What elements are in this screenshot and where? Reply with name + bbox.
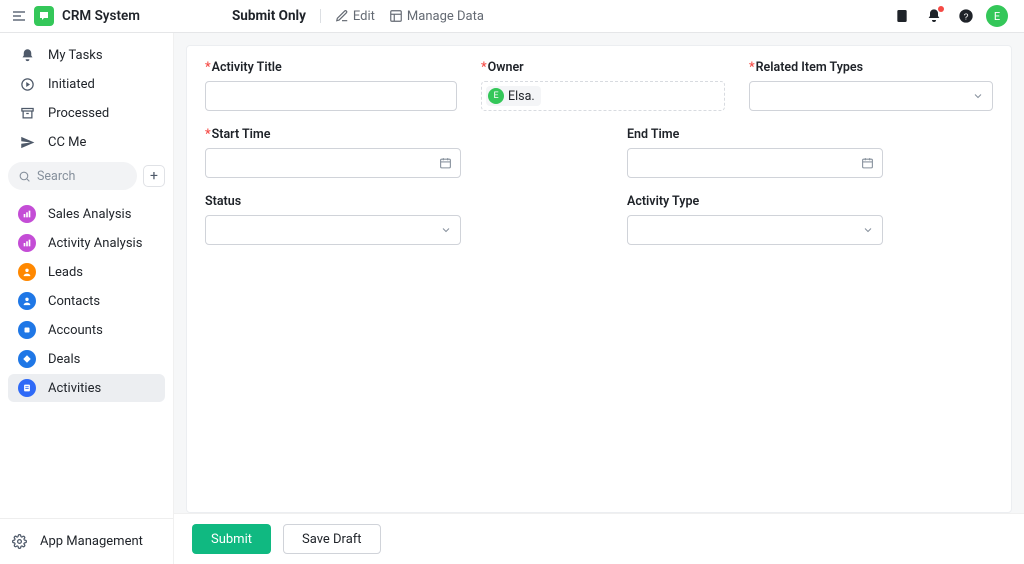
- help-icon[interactable]: ?: [952, 2, 980, 30]
- search-input[interactable]: Search: [8, 162, 137, 190]
- chevron-down-icon: [440, 224, 452, 236]
- app-logo: [34, 6, 54, 26]
- owner-input[interactable]: E Elsa.: [481, 81, 725, 111]
- sidebar-item-label: Initiated: [48, 77, 95, 92]
- sidebar-item-contacts[interactable]: Contacts: [8, 287, 165, 315]
- save-draft-button[interactable]: Save Draft: [283, 524, 381, 554]
- play-circle-icon: [18, 75, 36, 93]
- sidebar-item-label: Sales Analysis: [48, 207, 131, 222]
- sidebar-item-label: Activity Analysis: [48, 236, 142, 251]
- form-footer: Submit Save Draft: [174, 513, 1024, 564]
- svg-text:?: ?: [964, 11, 969, 21]
- manage-data-button[interactable]: Manage Data: [389, 9, 484, 24]
- sidebar-item-leads[interactable]: Leads: [8, 258, 165, 286]
- topbar: CRM System Submit Only Edit Manage Data …: [0, 0, 1024, 33]
- related-item-types-select[interactable]: [749, 81, 993, 111]
- start-time-input[interactable]: [205, 148, 461, 178]
- submit-label: Submit: [211, 532, 252, 547]
- app-title: CRM System: [62, 8, 140, 24]
- notification-badge: [938, 6, 944, 12]
- chart-icon: [18, 205, 36, 223]
- sidebar-item-activity-analysis[interactable]: Activity Analysis: [8, 229, 165, 257]
- chart-icon: [18, 234, 36, 252]
- bell-icon: [18, 46, 36, 64]
- submit-button[interactable]: Submit: [192, 524, 271, 554]
- owner-name: Elsa.: [508, 89, 535, 104]
- label-text: Activity Title: [212, 60, 282, 75]
- field-activity-title: *Activity Title: [205, 60, 457, 111]
- form-panel: *Activity Title *Owner E Elsa. *Related …: [186, 45, 1012, 513]
- contacts-icon: [18, 292, 36, 310]
- sidebar-item-activities[interactable]: Activities: [8, 374, 165, 402]
- activity-type-select[interactable]: [627, 215, 883, 245]
- chevron-down-icon: [862, 224, 874, 236]
- separator: [320, 9, 321, 23]
- sidebar-item-label: Accounts: [48, 323, 103, 338]
- deals-icon: [18, 350, 36, 368]
- accounts-icon: [18, 321, 36, 339]
- calendar-icon: [439, 157, 452, 170]
- sidebar-item-label: Activities: [48, 381, 101, 396]
- activity-title-input[interactable]: [205, 81, 457, 111]
- sidebar-item-my-tasks[interactable]: My Tasks: [8, 41, 165, 69]
- field-owner: *Owner E Elsa.: [481, 60, 725, 111]
- page-title: Submit Only: [232, 8, 306, 24]
- edit-label: Edit: [353, 9, 375, 24]
- sidebar-item-label: CC Me: [48, 135, 86, 150]
- label-text: Status: [205, 194, 241, 209]
- search-placeholder: Search: [37, 169, 75, 184]
- label-text: Related Item Types: [756, 60, 863, 75]
- field-activity-type: Activity Type: [627, 194, 883, 245]
- owner-chip: E Elsa.: [486, 86, 541, 106]
- sidebar-item-processed[interactable]: Processed: [8, 99, 165, 127]
- sidebar-item-deals[interactable]: Deals: [8, 345, 165, 373]
- field-end-time: End Time: [627, 127, 883, 178]
- gear-icon: [10, 532, 28, 550]
- field-related-item-types: *Related Item Types: [749, 60, 993, 111]
- main-content: *Activity Title *Owner E Elsa. *Related …: [174, 33, 1024, 564]
- status-select[interactable]: [205, 215, 461, 245]
- sidebar-item-accounts[interactable]: Accounts: [8, 316, 165, 344]
- field-start-time: *Start Time: [205, 127, 461, 178]
- sidebar-item-sales-analysis[interactable]: Sales Analysis: [8, 200, 165, 228]
- app-management-link[interactable]: App Management: [0, 527, 173, 555]
- sidebar-item-cc-me[interactable]: CC Me: [8, 128, 165, 156]
- docs-icon[interactable]: [888, 2, 916, 30]
- app-management-label: App Management: [40, 534, 143, 549]
- label-text: Activity Type: [627, 194, 699, 209]
- archive-icon: [18, 104, 36, 122]
- calendar-icon: [861, 157, 874, 170]
- label-text: End Time: [627, 127, 679, 142]
- sidebar: My Tasks Initiated Processed CC Me Searc…: [0, 33, 174, 564]
- leads-icon: [18, 263, 36, 281]
- sidebar-item-label: Leads: [48, 265, 83, 280]
- send-icon: [18, 133, 36, 151]
- sidebar-item-initiated[interactable]: Initiated: [8, 70, 165, 98]
- edit-button[interactable]: Edit: [335, 9, 375, 24]
- label-text: Start Time: [212, 127, 271, 142]
- label-text: Owner: [488, 60, 524, 75]
- field-status: Status: [205, 194, 461, 245]
- sidebar-item-label: Contacts: [48, 294, 100, 309]
- owner-avatar: E: [488, 88, 504, 104]
- draft-label: Save Draft: [302, 532, 362, 547]
- chevron-down-icon: [972, 90, 984, 102]
- activities-icon: [18, 379, 36, 397]
- menu-toggle-icon[interactable]: [8, 5, 30, 27]
- add-button[interactable]: +: [143, 165, 165, 187]
- manage-data-label: Manage Data: [407, 9, 484, 24]
- user-avatar[interactable]: E: [986, 5, 1008, 27]
- sidebar-item-label: Deals: [48, 352, 80, 367]
- end-time-input[interactable]: [627, 148, 883, 178]
- notifications-icon[interactable]: [920, 2, 948, 30]
- sidebar-item-label: My Tasks: [48, 48, 103, 63]
- sidebar-item-label: Processed: [48, 106, 109, 121]
